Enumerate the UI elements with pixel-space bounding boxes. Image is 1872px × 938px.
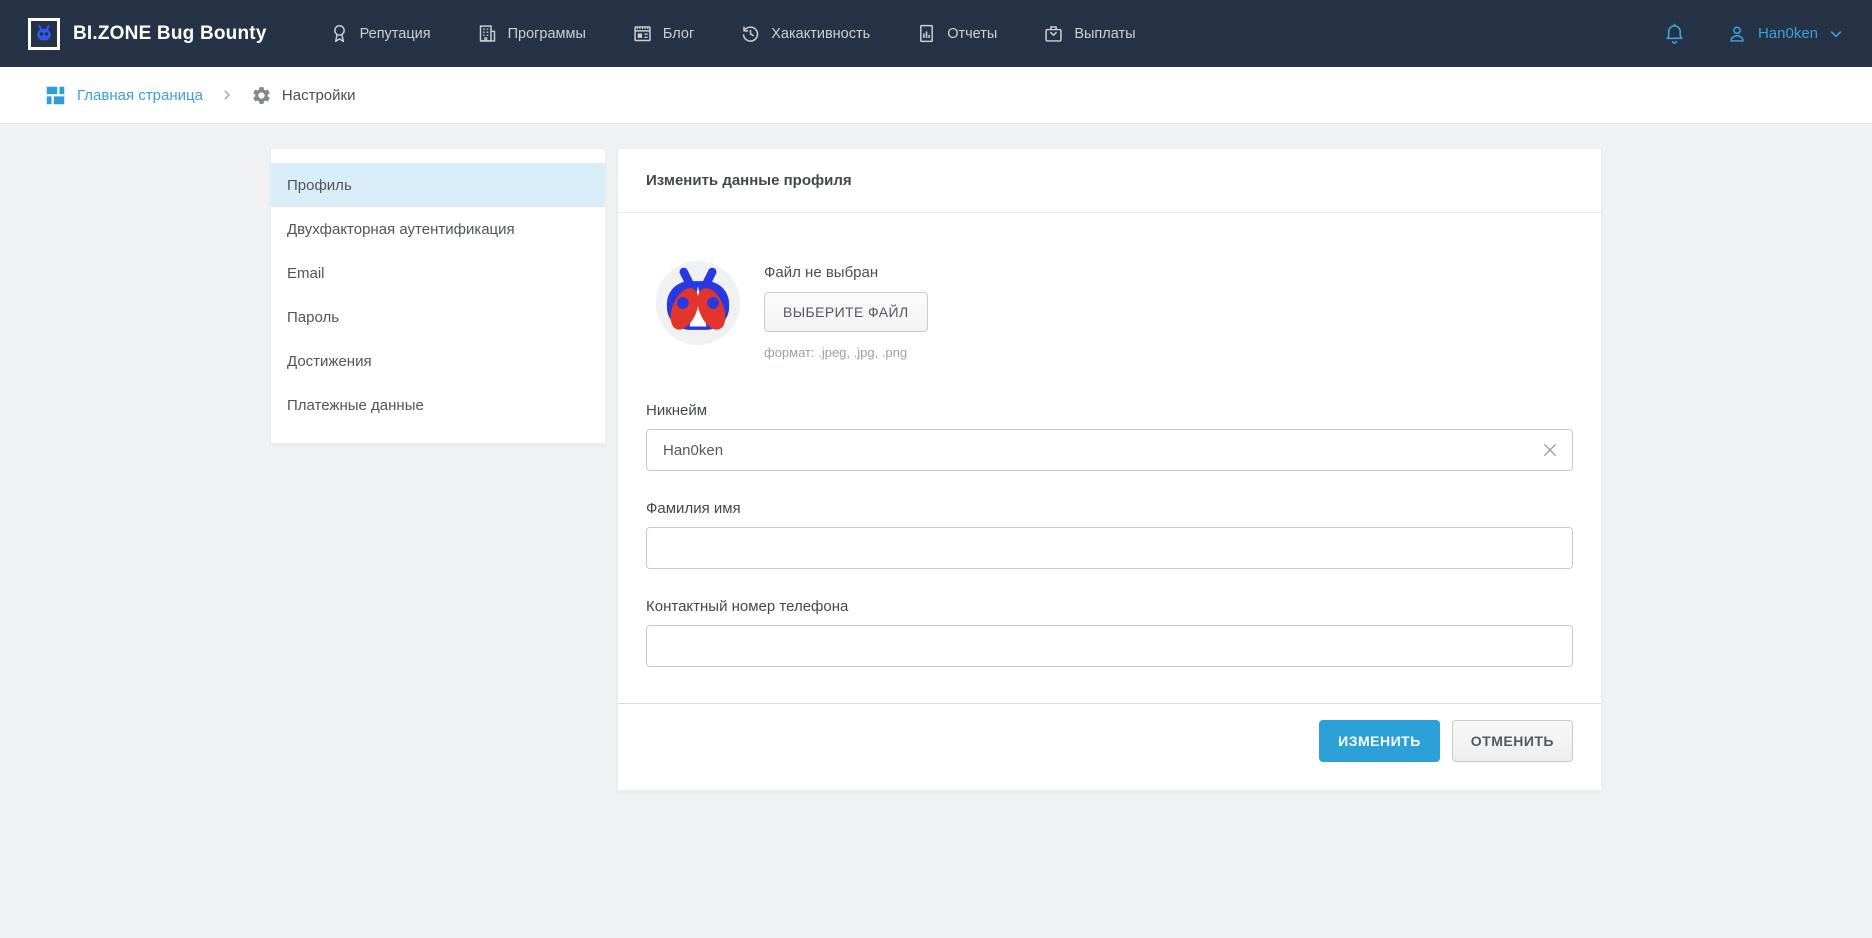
avatar-section: Файл не выбран ВЫБЕРИТЕ ФАЙЛ формат: .jp… [656, 261, 1573, 360]
fullname-field: Фамилия имя [646, 500, 1573, 569]
nav-item-label: Хакактивность [771, 26, 870, 42]
nav-item-label: Блог [663, 26, 694, 42]
fullname-label: Фамилия имя [646, 500, 1573, 517]
breadcrumb-current-label: Настройки [282, 87, 356, 104]
user-menu[interactable]: Han0ken [1726, 23, 1844, 45]
fullname-input[interactable] [646, 527, 1573, 569]
file-status-text: Файл не выбран [764, 264, 928, 281]
nav-item-reports[interactable]: Отчеты [916, 23, 997, 44]
nickname-label: Никнейм [646, 402, 1573, 419]
profile-form: Файл не выбран ВЫБЕРИТЕ ФАЙЛ формат: .jp… [618, 213, 1601, 667]
phone-label: Контактный номер телефона [646, 598, 1573, 615]
submit-button[interactable]: ИЗМЕНИТЬ [1319, 720, 1440, 762]
nav-item-hackactivity[interactable]: Хакактивность [740, 23, 870, 44]
navbar-right: Han0ken [1663, 22, 1844, 45]
nav-item-reputation[interactable]: Репутация [329, 23, 431, 44]
breadcrumb-home-label: Главная страница [77, 87, 203, 104]
top-navbar: BI.ZONE Bug Bounty Репутация Программы [0, 0, 1872, 67]
breadcrumb-home-link[interactable]: Главная страница [45, 85, 203, 106]
nav-item-label: Выплаты [1074, 26, 1135, 42]
bizone-bug-logo-icon [28, 18, 60, 50]
gear-icon [251, 85, 272, 106]
phone-input[interactable] [646, 625, 1573, 667]
cancel-button[interactable]: ОТМЕНИТЬ [1452, 720, 1573, 762]
nickname-field: Никнейм [646, 402, 1573, 471]
chevron-down-icon [1828, 26, 1844, 42]
nav-item-payments[interactable]: Выплаты [1043, 23, 1135, 44]
sidebar-item-payment-data[interactable]: Платежные данные [271, 383, 605, 427]
notifications-button[interactable] [1663, 22, 1686, 45]
brand-title: BI.ZONE Bug Bounty [73, 23, 267, 45]
history-icon [740, 23, 761, 44]
sidebar-item-achievements[interactable]: Достижения [271, 339, 605, 383]
nav-item-label: Репутация [360, 26, 431, 42]
breadcrumb: Главная страница Настройки [0, 67, 1872, 124]
sidebar-item-password[interactable]: Пароль [271, 295, 605, 339]
profile-edit-card: Изменить данные профиля [617, 148, 1602, 791]
phone-field: Контактный номер телефона [646, 598, 1573, 667]
nav-item-programs[interactable]: Программы [477, 23, 586, 44]
chevron-right-icon [220, 88, 234, 102]
card-title: Изменить данные профиля [618, 149, 1601, 213]
avatar [656, 261, 740, 345]
user-name: Han0ken [1758, 25, 1818, 42]
file-format-hint: формат: .jpeg, .jpg, .png [764, 345, 928, 360]
brand-logo[interactable]: BI.ZONE Bug Bounty [28, 18, 267, 50]
medal-icon [329, 23, 350, 44]
file-upload-block: Файл не выбран ВЫБЕРИТЕ ФАЙЛ формат: .jp… [764, 261, 928, 360]
ladybug-logo-icon [656, 261, 740, 345]
clear-icon[interactable] [1541, 441, 1559, 459]
sidebar-item-email[interactable]: Email [271, 251, 605, 295]
nav-item-blog[interactable]: Блог [632, 23, 694, 44]
nav-item-label: Отчеты [947, 26, 997, 42]
nav-item-label: Программы [508, 26, 586, 42]
choose-file-button[interactable]: ВЫБЕРИТЕ ФАЙЛ [764, 292, 928, 332]
breadcrumb-current: Настройки [251, 85, 356, 106]
bell-icon [1663, 22, 1686, 45]
dashboard-icon [45, 85, 66, 106]
sidebar-item-2fa[interactable]: Двухфакторная аутентификация [271, 207, 605, 251]
settings-sidebar: Профиль Двухфакторная аутентификация Ema… [270, 148, 606, 444]
settings-page: Профиль Двухфакторная аутентификация Ema… [270, 148, 1602, 791]
sidebar-item-profile[interactable]: Профиль [271, 163, 605, 207]
report-icon [916, 23, 937, 44]
main-navigation: Репутация Программы Блог [329, 23, 1136, 44]
user-icon [1726, 23, 1748, 45]
form-actions: ИЗМЕНИТЬ ОТМЕНИТЬ [618, 703, 1601, 790]
nickname-input[interactable] [646, 429, 1573, 471]
briefcase-icon [1043, 23, 1064, 44]
newspaper-icon [632, 23, 653, 44]
building-icon [477, 23, 498, 44]
